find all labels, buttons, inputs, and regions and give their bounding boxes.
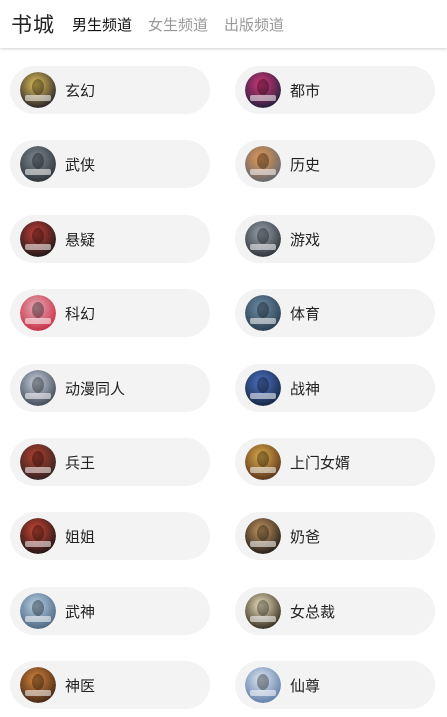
category-label: 科幻 (65, 304, 96, 323)
book-cover-icon (20, 72, 56, 108)
book-cover-icon (245, 295, 281, 331)
category-item[interactable]: 动漫同人 (10, 364, 210, 412)
category-label: 女总裁 (290, 602, 336, 621)
category-cover-image (20, 146, 56, 182)
category-label: 武侠 (65, 155, 96, 174)
category-row: 神医 仙尊 (0, 661, 447, 709)
book-cover-icon (20, 518, 56, 554)
category-item[interactable]: 仙尊 (235, 661, 435, 709)
category-label: 姐姐 (65, 527, 96, 546)
book-cover-icon (20, 444, 56, 480)
category-item[interactable]: 体育 (235, 289, 435, 337)
category-row: 武侠 历史 (0, 140, 447, 188)
category-item[interactable]: 上门女婿 (235, 438, 435, 486)
tab-male-channel[interactable]: 男生频道 (72, 14, 132, 35)
category-cover-image (245, 593, 281, 629)
category-label: 历史 (290, 155, 321, 174)
category-cover-image (20, 72, 56, 108)
category-label: 上门女婿 (290, 453, 351, 472)
category-item[interactable]: 武侠 (10, 140, 210, 188)
book-cover-icon (20, 146, 56, 182)
category-item[interactable]: 历史 (235, 140, 435, 188)
book-cover-icon (245, 518, 281, 554)
book-cover-icon (245, 370, 281, 406)
category-cover-image (245, 221, 281, 257)
category-item[interactable]: 悬疑 (10, 215, 210, 263)
page-title: 书城 (11, 13, 55, 37)
book-cover-icon (245, 667, 281, 703)
book-cover-icon (20, 593, 56, 629)
category-item[interactable]: 游戏 (235, 215, 435, 263)
category-label: 游戏 (290, 230, 321, 249)
category-label: 动漫同人 (65, 379, 126, 398)
category-item[interactable]: 姐姐 (10, 512, 210, 560)
category-cover-image (20, 518, 56, 554)
category-cover-image (245, 72, 281, 108)
category-label: 悬疑 (65, 230, 96, 249)
book-cover-icon (245, 221, 281, 257)
category-label: 武神 (65, 602, 96, 621)
category-cover-image (245, 146, 281, 182)
category-row: 姐姐 奶爸 (0, 512, 447, 560)
category-cover-image (20, 221, 56, 257)
category-label: 玄幻 (65, 81, 96, 100)
category-cover-image (20, 370, 56, 406)
category-label: 奶爸 (290, 527, 321, 546)
book-cover-icon (20, 370, 56, 406)
category-cover-image (245, 444, 281, 480)
category-item[interactable]: 神医 (10, 661, 210, 709)
book-cover-icon (245, 146, 281, 182)
category-item[interactable]: 兵王 (10, 438, 210, 486)
category-item[interactable]: 科幻 (10, 289, 210, 337)
category-label: 神医 (65, 676, 96, 695)
category-item[interactable]: 武神 (10, 587, 210, 635)
category-label: 都市 (290, 81, 321, 100)
category-row: 玄幻 都市 (0, 66, 447, 114)
category-item[interactable]: 奶爸 (235, 512, 435, 560)
category-label: 仙尊 (290, 676, 321, 695)
category-item[interactable]: 玄幻 (10, 66, 210, 114)
category-cover-image (20, 593, 56, 629)
tab-publishing-channel[interactable]: 出版频道 (224, 14, 284, 35)
book-cover-icon (245, 444, 281, 480)
category-cover-image (20, 667, 56, 703)
category-cover-image (20, 295, 56, 331)
category-cover-image (245, 370, 281, 406)
category-item[interactable]: 都市 (235, 66, 435, 114)
category-row: 武神 女总裁 (0, 587, 447, 635)
category-row: 动漫同人 战神 (0, 364, 447, 412)
book-cover-icon (20, 295, 56, 331)
category-label: 兵王 (65, 453, 96, 472)
category-item[interactable]: 女总裁 (235, 587, 435, 635)
category-cover-image (245, 295, 281, 331)
tab-female-channel[interactable]: 女生频道 (148, 14, 208, 35)
book-cover-icon (20, 221, 56, 257)
category-cover-image (20, 444, 56, 480)
category-label: 体育 (290, 304, 321, 323)
category-cover-image (245, 667, 281, 703)
book-cover-icon (245, 593, 281, 629)
category-row: 兵王 上门女婿 (0, 438, 447, 486)
app-header: 书城 男生频道 女生频道 出版频道 (0, 0, 447, 48)
book-cover-icon (245, 72, 281, 108)
category-cover-image (245, 518, 281, 554)
category-row: 科幻 体育 (0, 289, 447, 337)
book-cover-icon (20, 667, 56, 703)
category-row: 悬疑 游戏 (0, 215, 447, 263)
category-label: 战神 (290, 379, 321, 398)
category-item[interactable]: 战神 (235, 364, 435, 412)
